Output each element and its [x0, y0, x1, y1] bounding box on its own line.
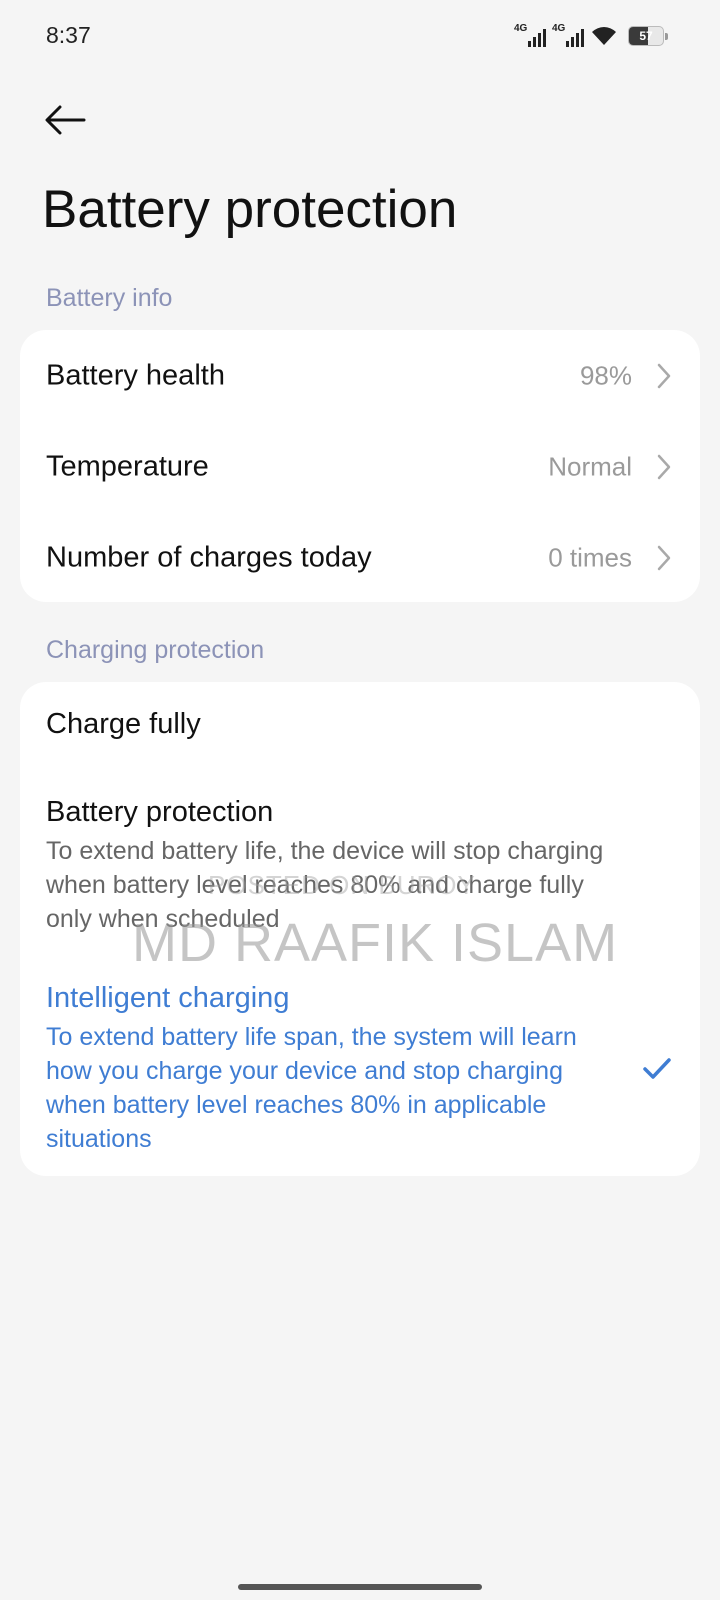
signal-icon: 4G — [552, 24, 584, 48]
charging-protection-card: Charge fully Battery protection To exten… — [20, 682, 700, 1176]
section-header-charging-protection: Charging protection — [46, 636, 265, 664]
status-bar: 8:37 4G 4G 57 — [0, 0, 720, 74]
row-label: Number of charges today — [46, 541, 372, 574]
battery-info-card: Battery health 98% Temperature Normal Nu… — [20, 330, 700, 602]
chevron-right-icon — [657, 363, 671, 389]
wifi-icon — [592, 27, 616, 45]
row-label: Temperature — [46, 450, 209, 483]
row-value: 98% — [579, 360, 632, 391]
option-description: To extend battery life, the device will … — [46, 837, 604, 933]
option-charge-fully[interactable]: Charge fully — [20, 682, 700, 774]
network-type-label: 4G — [552, 23, 566, 34]
option-title: Intelligent charging — [46, 982, 290, 1014]
battery-icon: 57 — [628, 26, 664, 46]
battery-health-row[interactable]: Battery health 98% — [20, 330, 700, 422]
charges-today-row[interactable]: Number of charges today 0 times — [20, 512, 700, 604]
row-value: Normal — [548, 451, 632, 482]
option-description: To extend battery life span, the system … — [46, 1023, 577, 1153]
back-button[interactable] — [40, 98, 90, 142]
page-title: Battery protection — [42, 180, 458, 239]
row-value: 0 times — [548, 542, 632, 573]
status-icons: 4G 4G 57 — [514, 24, 668, 48]
signal-icon: 4G — [514, 24, 546, 48]
status-time: 8:37 — [46, 22, 91, 48]
home-indicator[interactable] — [238, 1584, 482, 1590]
battery-level: 57 — [639, 29, 653, 43]
option-battery-protection[interactable]: Battery protection To extend battery lif… — [20, 782, 700, 942]
option-title: Battery protection — [46, 796, 274, 828]
temperature-row[interactable]: Temperature Normal — [20, 421, 700, 513]
option-intelligent-charging[interactable]: Intelligent charging To extend battery l… — [20, 968, 700, 1158]
option-title: Charge fully — [46, 708, 201, 740]
checkmark-icon — [643, 1058, 671, 1079]
chevron-right-icon — [657, 545, 671, 571]
chevron-right-icon — [657, 454, 671, 480]
row-label: Battery health — [46, 359, 225, 392]
section-header-battery-info: Battery info — [46, 284, 173, 312]
network-type-label: 4G — [514, 23, 528, 34]
arrow-left-icon — [45, 105, 86, 135]
